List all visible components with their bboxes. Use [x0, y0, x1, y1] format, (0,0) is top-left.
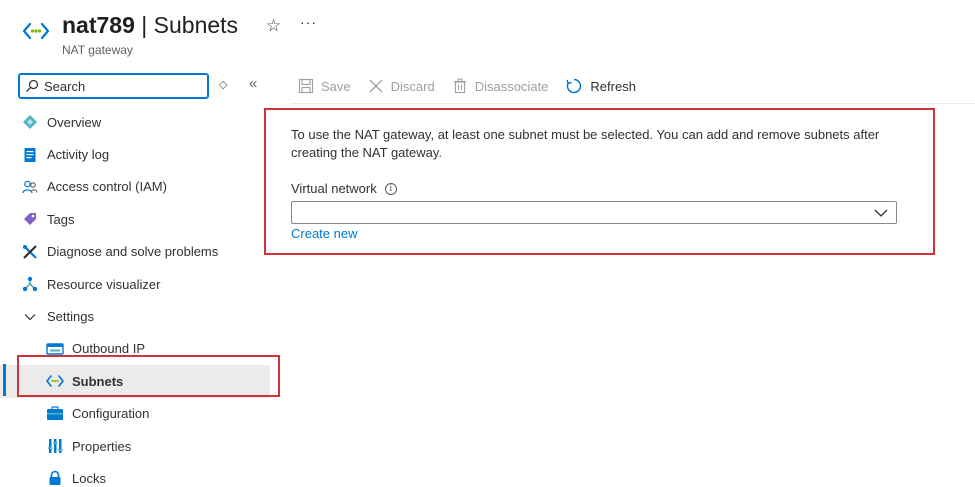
sidebar-item-label: Resource visualizer: [47, 276, 161, 292]
info-icon[interactable]: i: [384, 182, 397, 195]
title-separator: |: [134, 12, 154, 38]
chevron-down-icon: [20, 307, 40, 327]
virtual-network-label: Virtual network i: [291, 181, 397, 196]
sidebar-item-label: Properties: [72, 438, 132, 454]
sidebar-group-settings[interactable]: Settings: [0, 300, 280, 332]
resource-type-subtitle: NAT gateway: [62, 43, 133, 57]
discard-button[interactable]: Discard: [368, 78, 435, 94]
wrench-icon: [20, 242, 40, 262]
activity-log-icon: [20, 145, 40, 165]
overview-icon: [20, 112, 40, 132]
sidebar-item-label: Configuration: [72, 406, 150, 422]
close-icon: [369, 79, 383, 93]
sidebar-item-access-control[interactable]: Access control (IAM): [0, 171, 280, 203]
sidebar-item-locks[interactable]: Locks: [0, 462, 280, 487]
ellipsis-icon[interactable]: ···: [300, 14, 317, 30]
save-button[interactable]: Save: [298, 78, 351, 94]
lock-icon: [45, 468, 65, 487]
sidebar-nav: Overview Activity log Access control (IA…: [0, 106, 280, 487]
sidebar-item-activity-log[interactable]: Activity log: [0, 138, 280, 170]
sort-toggle-icon[interactable]: ◇: [219, 78, 227, 91]
sidebar-item-label: Diagnose and solve problems: [47, 244, 219, 260]
sidebar-item-overview[interactable]: Overview: [0, 106, 280, 138]
sidebar-item-label: Activity log: [47, 147, 110, 163]
search-placeholder: Search: [44, 79, 86, 94]
info-text: To use the NAT gateway, at least one sub…: [291, 127, 880, 160]
properties-icon: [45, 436, 65, 456]
sidebar-item-label: Locks: [72, 470, 106, 486]
page-name: Subnets: [153, 12, 239, 38]
save-label: Save: [321, 78, 351, 94]
configuration-icon: [45, 404, 65, 424]
refresh-label: Refresh: [590, 78, 636, 94]
disassociate-label: Disassociate: [474, 78, 549, 94]
highlight-box-subnets-nav: [17, 355, 280, 397]
search-input[interactable]: Search: [18, 73, 209, 99]
selected-indicator: [3, 364, 6, 396]
save-icon: [298, 78, 314, 94]
disassociate-button[interactable]: Disassociate: [452, 78, 549, 94]
sidebar-item-resource-visualizer[interactable]: Resource visualizer: [0, 268, 280, 300]
toolbar-divider: [290, 103, 975, 104]
refresh-icon: [566, 78, 582, 94]
people-icon: [20, 177, 40, 197]
sidebar-item-configuration[interactable]: Configuration: [0, 398, 280, 430]
nat-gateway-icon: [22, 22, 50, 40]
sidebar-item-label: Tags: [47, 211, 75, 227]
virtual-network-dropdown[interactable]: [291, 201, 897, 224]
trash-icon: [453, 78, 466, 94]
page-title: nat789 | Subnets: [62, 12, 238, 39]
chevron-down-icon: [874, 209, 888, 217]
sidebar-item-label: Settings: [47, 309, 94, 325]
sidebar-item-properties[interactable]: Properties: [0, 430, 280, 462]
sidebar-item-tags[interactable]: Tags: [0, 203, 280, 235]
refresh-button[interactable]: Refresh: [565, 77, 636, 95]
virtual-network-label-text: Virtual network: [291, 181, 377, 196]
visualizer-icon: [20, 274, 40, 294]
command-bar: Save Discard Disassociate Refresh: [298, 74, 653, 98]
tag-icon: [20, 209, 40, 229]
resource-name: nat789: [62, 12, 135, 38]
create-new-link[interactable]: Create new: [291, 226, 357, 241]
sidebar-item-diagnose[interactable]: Diagnose and solve problems: [0, 236, 280, 268]
collapse-sidebar-icon[interactable]: «: [249, 75, 257, 92]
discard-label: Discard: [390, 78, 435, 94]
search-icon: [26, 79, 39, 92]
sidebar-item-label: Access control (IAM): [47, 179, 167, 195]
sidebar-item-label: Overview: [47, 114, 102, 130]
star-icon[interactable]: ☆: [266, 16, 281, 36]
